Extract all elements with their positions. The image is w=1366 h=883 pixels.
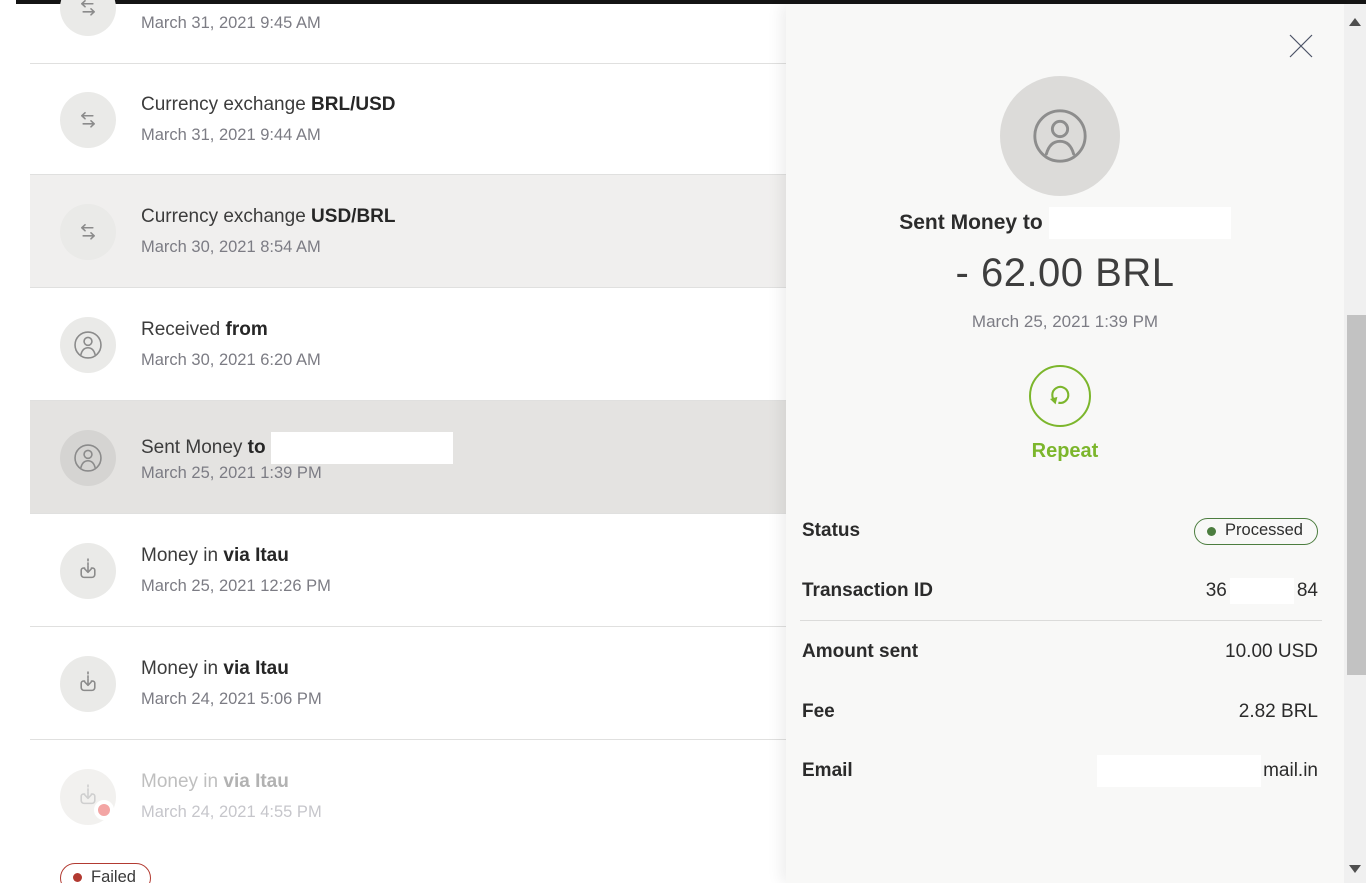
amount-sent-value: 10.00 USD <box>1225 641 1318 663</box>
transaction-date: March 25, 2021 1:39 PM <box>141 464 322 483</box>
email-value: mail.in <box>1097 755 1318 787</box>
transaction-id-suffix: 84 <box>1297 580 1318 602</box>
transaction-title: Currency exchange USD/BRL <box>141 206 396 228</box>
scroll-down-arrow-icon[interactable] <box>1349 865 1361 873</box>
transaction-title: Money in via Itau <box>141 545 289 567</box>
email-label: Email <box>802 760 853 782</box>
vertical-scrollbar[interactable] <box>1344 4 1366 883</box>
divider <box>800 620 1322 621</box>
transaction-row-failed[interactable]: Money in via Itau March 24, 2021 4:55 PM… <box>30 740 786 883</box>
status-badge-processed: Processed <box>1194 518 1318 545</box>
redacted-text <box>1049 207 1231 239</box>
repeat-button[interactable] <box>1029 365 1091 427</box>
detail-row-fee: Fee 2.82 BRL <box>802 695 1318 729</box>
scroll-up-arrow-icon[interactable] <box>1349 18 1361 26</box>
transaction-date: March 30, 2021 8:54 AM <box>141 238 321 257</box>
email-visible-text: mail.in <box>1263 760 1318 782</box>
repeat-icon <box>1044 380 1076 412</box>
failed-indicator-dot <box>94 800 114 820</box>
person-icon <box>60 430 116 486</box>
transaction-title: Money in via Itau <box>141 658 289 680</box>
status-badge-failed: Failed <box>60 863 151 883</box>
detail-row-email: Email mail.in <box>802 754 1318 788</box>
detail-row-amount-sent: Amount sent 10.00 USD <box>802 635 1318 669</box>
transaction-id-value: 36 84 <box>1206 578 1318 604</box>
transaction-detail-panel: Sent Money to - 62.00 BRL March 25, 2021… <box>786 4 1344 883</box>
transaction-date: March 24, 2021 4:55 PM <box>141 803 322 822</box>
transaction-date: March 31, 2021 9:45 AM <box>141 14 321 33</box>
status-value: Processed <box>1225 521 1303 540</box>
transaction-title: Sent Money to <box>141 432 453 464</box>
money-in-icon <box>60 656 116 712</box>
redacted-text <box>271 432 453 464</box>
status-dot <box>1207 527 1216 536</box>
panel-title: Sent Money to <box>786 207 1344 239</box>
transaction-title: Received from <box>141 319 268 341</box>
transaction-row[interactable]: Currency exchange USD/BRL March 30, 2021… <box>30 175 786 288</box>
currency-exchange-icon <box>60 0 116 36</box>
transaction-date: March 30, 2021 6:20 AM <box>141 351 321 370</box>
transaction-date: March 24, 2021 5:06 PM <box>141 690 322 709</box>
detail-row-transaction-id: Transaction ID 36 84 <box>802 574 1318 608</box>
person-icon <box>60 317 116 373</box>
transaction-row[interactable]: Received from March 30, 2021 6:20 AM <box>30 288 786 401</box>
transaction-title: Money in via Itau <box>141 771 289 793</box>
fee-label: Fee <box>802 701 835 723</box>
transaction-date: March 25, 2021 12:26 PM <box>141 577 331 596</box>
transaction-row[interactable]: Currency exchange BRL/USD March 31, 2021… <box>30 63 786 175</box>
redacted-text <box>1097 755 1261 787</box>
transaction-id-label: Transaction ID <box>802 580 933 602</box>
avatar <box>1000 76 1120 196</box>
transaction-row[interactable]: March 31, 2021 9:45 AM <box>30 0 786 64</box>
status-label: Status <box>802 520 860 542</box>
transaction-amount: - 62.00 BRL <box>786 251 1344 296</box>
transaction-title: Currency exchange BRL/USD <box>141 94 396 116</box>
currency-exchange-icon <box>60 204 116 260</box>
money-in-icon <box>60 543 116 599</box>
transaction-row-selected[interactable]: Sent Money to March 25, 2021 1:39 PM <box>30 401 786 514</box>
redacted-text <box>1230 578 1294 604</box>
fee-value: 2.82 BRL <box>1239 701 1318 723</box>
currency-exchange-icon <box>60 92 116 148</box>
transaction-list: March 31, 2021 9:45 AM Currency exchange… <box>0 4 786 883</box>
detail-row-status: Status Processed <box>802 514 1318 548</box>
transaction-datetime: March 25, 2021 1:39 PM <box>786 312 1344 332</box>
transaction-id-prefix: 36 <box>1206 580 1227 602</box>
transaction-row[interactable]: Money in via Itau March 25, 2021 12:26 P… <box>30 514 786 627</box>
scrollbar-thumb[interactable] <box>1347 315 1366 675</box>
amount-sent-label: Amount sent <box>802 641 918 663</box>
transaction-date: March 31, 2021 9:44 AM <box>141 126 321 145</box>
close-icon[interactable] <box>1286 31 1316 61</box>
repeat-label[interactable]: Repeat <box>786 440 1344 463</box>
transaction-row[interactable]: Money in via Itau March 24, 2021 5:06 PM <box>30 627 786 740</box>
